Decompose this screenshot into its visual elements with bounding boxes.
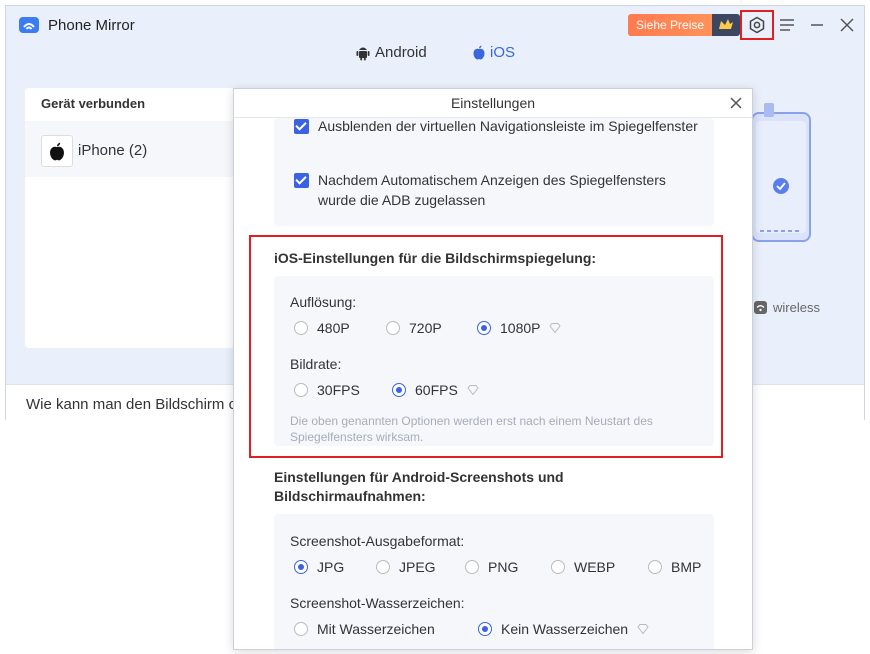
diamond-icon (637, 624, 649, 634)
resolution-label: Auflösung: (290, 294, 357, 310)
option-hide-navbar[interactable]: Ausblenden der virtuellen Navigationslei… (294, 116, 704, 136)
radio-jpeg[interactable]: JPEG (376, 559, 436, 575)
menu-icon[interactable] (778, 16, 796, 34)
ios-section-title: iOS-Einstellungen für die Bildschirmspie… (274, 250, 597, 266)
tab-android[interactable]: Android (356, 44, 427, 61)
radio-no-watermark-label: Kein Wasserzeichen (501, 621, 629, 637)
title-bar: Phone Mirror Siehe Preise (6, 6, 864, 44)
radio-button-selected[interactable] (478, 622, 492, 636)
dialog-header: Einstellungen (234, 89, 752, 118)
radio-button[interactable] (294, 622, 308, 636)
radio-webp[interactable]: WEBP (551, 559, 615, 575)
device-item[interactable]: iPhone (2) (25, 121, 235, 177)
radio-with-watermark-label: Mit Wasserzeichen (317, 621, 435, 637)
radio-button-selected[interactable] (392, 383, 406, 397)
radio-jpeg-label: JPEG (399, 559, 436, 575)
radio-480p[interactable]: 480P (294, 320, 350, 336)
radio-button[interactable] (465, 560, 479, 574)
android-options-card: Ausblenden der virtuellen Navigationslei… (274, 118, 714, 226)
phone-illustration (751, 103, 811, 242)
diamond-icon (467, 385, 479, 395)
crown-icon (719, 19, 733, 29)
format-label: Screenshot-Ausgabeformat: (290, 533, 465, 549)
device-panel-header: Gerät verbunden (41, 96, 146, 111)
restart-note: Die oben genannten Optionen werden erst … (290, 414, 653, 444)
option-hide-navbar-label: Ausblenden der virtuellen Navigationslei… (318, 118, 698, 134)
wifi-icon (754, 301, 767, 314)
android-screenshot-section-title: Einstellungen für Android-Screenshots un… (274, 469, 564, 504)
radio-png-label: PNG (488, 559, 519, 575)
tab-android-label: Android (375, 44, 427, 61)
dialog-content: Ausblenden der virtuellen Navigationslei… (234, 118, 752, 649)
radio-with-watermark[interactable]: Mit Wasserzeichen (294, 621, 435, 637)
radio-button-selected[interactable] (294, 560, 308, 574)
apple-icon (50, 142, 64, 160)
settings-dialog: Einstellungen Ausblenden der virtuellen … (233, 88, 753, 650)
device-icon (41, 135, 73, 167)
framerate-label: Bildrate: (290, 356, 342, 372)
radio-button[interactable] (386, 321, 400, 335)
device-panel: Gerät verbunden iPhone (2) (25, 88, 235, 348)
diamond-icon (549, 323, 562, 333)
close-icon[interactable] (838, 16, 856, 34)
radio-60fps-label: 60FPS (415, 382, 458, 398)
framerate-options: 30FPS 60FPS (290, 382, 530, 402)
radio-webp-label: WEBP (574, 559, 616, 575)
wireless-option[interactable]: wireless (754, 300, 820, 315)
minimize-icon[interactable] (808, 16, 826, 34)
format-options: JPG JPEG PNG WEBP BMP (290, 559, 710, 579)
radio-button[interactable] (294, 383, 308, 397)
radio-no-watermark[interactable]: Kein Wasserzeichen (478, 621, 649, 637)
radio-button[interactable] (648, 560, 662, 574)
radio-button-selected[interactable] (477, 321, 491, 335)
pricing-button[interactable]: Siehe Preise (628, 14, 740, 36)
radio-bmp-label: BMP (671, 559, 702, 575)
radio-button[interactable] (294, 321, 308, 335)
radio-720p-label: 720P (409, 320, 442, 336)
tab-ios-label: iOS (490, 44, 516, 61)
device-name: iPhone (2) (78, 142, 148, 159)
pricing-button-label: Siehe Preise (636, 18, 705, 32)
radio-jpg-label: JPG (317, 559, 345, 575)
radio-60fps[interactable]: 60FPS (392, 382, 479, 398)
radio-bmp[interactable]: BMP (648, 559, 701, 575)
tab-ios[interactable]: iOS (473, 44, 515, 61)
close-icon[interactable] (728, 95, 744, 111)
crown-tag (712, 14, 740, 36)
gear-icon (749, 16, 765, 34)
option-adb-allowed-label: Nachdem Automatischem Anzeigen des Spieg… (318, 172, 666, 208)
wireless-label: wireless (773, 300, 820, 315)
option-adb-allowed[interactable]: Nachdem Automatischem Anzeigen des Spieg… (294, 170, 704, 210)
watermark-label: Screenshot-Wasserzeichen: (290, 595, 465, 611)
checkbox-checked[interactable] (294, 119, 309, 134)
app-title: Phone Mirror (48, 17, 135, 34)
radio-1080p[interactable]: 1080P (477, 320, 562, 336)
app-logo-icon (19, 17, 39, 33)
radio-1080p-label: 1080P (500, 320, 541, 336)
radio-720p[interactable]: 720P (386, 320, 442, 336)
checkbox-checked[interactable] (294, 173, 309, 188)
radio-30fps-label: 30FPS (317, 382, 360, 398)
radio-jpg[interactable]: JPG (294, 559, 344, 575)
apple-icon (473, 45, 485, 60)
radio-30fps[interactable]: 30FPS (294, 382, 360, 398)
radio-png[interactable]: PNG (465, 559, 518, 575)
radio-button[interactable] (551, 560, 565, 574)
resolution-options: 480P 720P 1080P (290, 320, 590, 340)
watermark-options: Mit Wasserzeichen Kein Wasserzeichen (290, 621, 690, 641)
radio-480p-label: 480P (317, 320, 350, 336)
android-icon (356, 47, 370, 60)
dialog-title: Einstellungen (450, 95, 536, 111)
help-link[interactable]: Wie kann man den Bildschirm c (26, 396, 236, 413)
radio-button[interactable] (376, 560, 390, 574)
settings-button[interactable] (740, 10, 774, 40)
